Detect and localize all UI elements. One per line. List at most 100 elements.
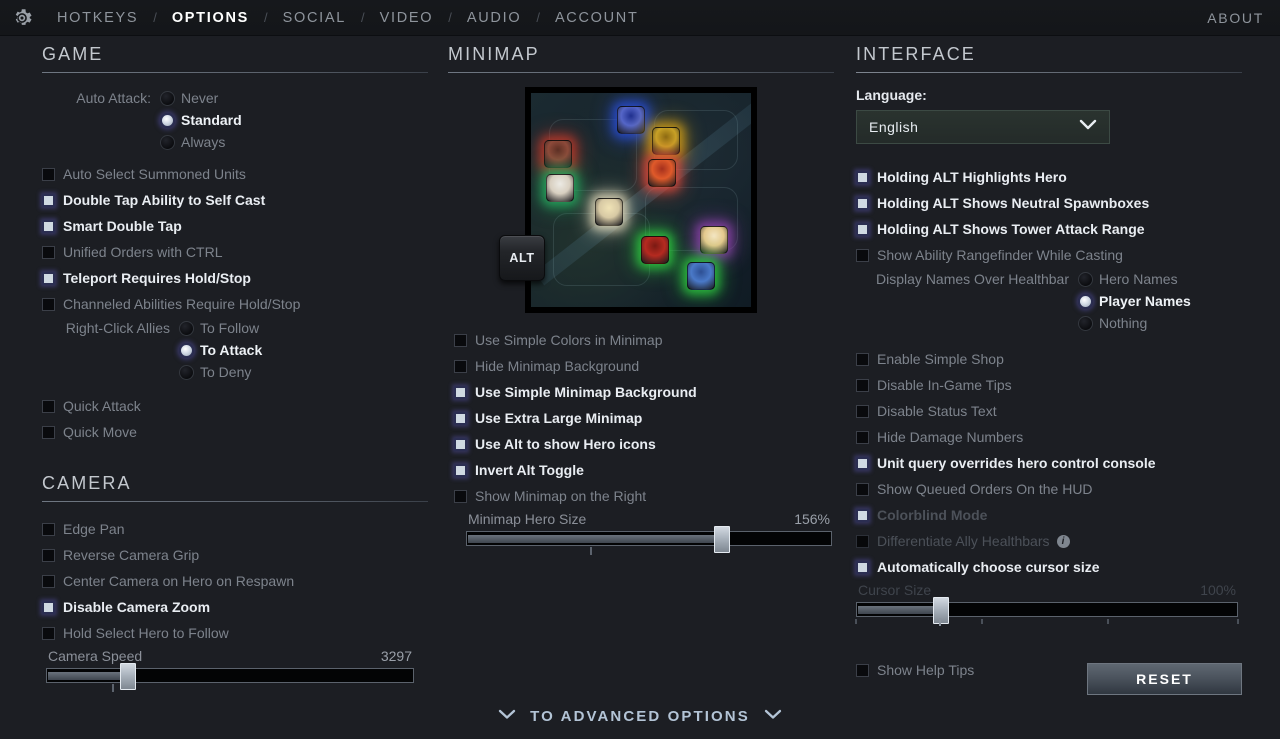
checkbox-unified-orders-with-ctrl[interactable]: Unified Orders with CTRL <box>42 239 428 265</box>
checkbox-hide-minimap-background[interactable]: Hide Minimap Background <box>454 353 834 379</box>
minimap-hero-death-prophet <box>700 225 729 254</box>
alt-key-label: ALT <box>509 251 535 265</box>
checkbox-label: Hold Select Hero to Follow <box>63 625 229 641</box>
radio-button <box>179 364 194 380</box>
checkbox-box <box>42 399 55 413</box>
minimap-hero-invoker <box>594 197 623 226</box>
checkbox-label: Quick Move <box>63 424 137 440</box>
radio-always[interactable]: Always <box>42 131 428 153</box>
checkbox-holding-alt-shows-tower-attack-range[interactable]: Holding ALT Shows Tower Attack Range <box>856 216 1242 242</box>
radio-group-label: Display Names Over Healthbar <box>876 271 1069 287</box>
checkbox-box <box>856 663 869 677</box>
nav-item-list: HOTKEYS / OPTIONS / SOCIAL / VIDEO / AUDIO / ACCOU… <box>44 10 652 26</box>
checkbox-box <box>42 271 55 285</box>
checkbox-quick-move[interactable]: Quick Move <box>42 419 428 445</box>
checkbox-reverse-camera-grip[interactable]: Reverse Camera Grip <box>42 542 428 568</box>
checkbox-box <box>42 245 55 259</box>
checkbox-smart-double-tap[interactable]: Smart Double Tap <box>42 213 428 239</box>
radio-to-attack[interactable]: To Attack <box>42 339 428 361</box>
cursor-size-slider[interactable] <box>856 597 1238 624</box>
checkbox-disable-in-game-tips[interactable]: Disable In-Game Tips <box>856 372 1242 398</box>
checkbox-use-extra-large-minimap[interactable]: Use Extra Large Minimap <box>454 405 834 431</box>
checkbox-automatically-choose-cursor-size[interactable]: Automatically choose cursor size <box>856 554 1242 580</box>
checkbox-double-tap-ability-to-self-cast[interactable]: Double Tap Ability to Self Cast <box>42 187 428 213</box>
nav-item-account[interactable]: ACCOUNT <box>542 10 652 26</box>
checkbox-show-queued-orders-on-the-hud[interactable]: Show Queued Orders On the HUD <box>856 476 1242 502</box>
game-checkbox-list-a: Auto Select Summoned Units Double Tap Abi… <box>42 161 428 317</box>
checkbox-label: Use Simple Minimap Background <box>475 384 697 400</box>
language-select[interactable]: English <box>856 110 1110 144</box>
checkbox-box <box>42 626 55 640</box>
checkbox-colorblind-mode[interactable]: Colorblind Mode <box>856 502 1242 528</box>
checkbox-label: Hide Minimap Background <box>475 358 640 374</box>
radio-standard[interactable]: Standard <box>42 109 428 131</box>
gear-icon[interactable] <box>0 7 44 29</box>
radio-button <box>179 342 194 358</box>
info-icon[interactable]: i <box>1056 534 1070 548</box>
radio-group-label: Right-Click Allies <box>65 320 170 336</box>
checkbox-box <box>856 378 869 392</box>
checkbox-holding-alt-shows-neutral-spawnboxes[interactable]: Holding ALT Shows Neutral Spawnboxes <box>856 190 1242 216</box>
checkbox-label: Holding ALT Highlights Hero <box>877 169 1067 185</box>
radio-label: Never <box>181 90 219 106</box>
nav-item-options[interactable]: OPTIONS <box>159 10 262 26</box>
nav-item-video[interactable]: VIDEO <box>367 10 447 26</box>
radio-label: Always <box>181 134 226 150</box>
radio-label: To Deny <box>200 364 252 380</box>
checkbox-box <box>454 463 467 477</box>
nav-item-audio[interactable]: AUDIO <box>454 10 534 26</box>
nav-item-hotkeys[interactable]: HOTKEYS <box>44 10 151 26</box>
radio-player-names[interactable]: Player Names <box>856 290 1242 312</box>
checkbox-box <box>454 489 467 503</box>
reset-button[interactable]: RESET <box>1087 663 1242 695</box>
checkbox-disable-camera-zoom[interactable]: Disable Camera Zoom <box>42 594 428 620</box>
checkbox-center-camera-on-hero-on-respawn[interactable]: Center Camera on Hero on Respawn <box>42 568 428 594</box>
checkbox-invert-alt-toggle[interactable]: Invert Alt Toggle <box>454 457 834 483</box>
checkbox-box <box>856 222 869 236</box>
show-help-tips-checkbox[interactable]: Show Help Tips <box>856 657 974 683</box>
checkbox-differentiate-ally-healthbars[interactable]: Differentiate Ally Healthbars i <box>856 528 1242 554</box>
nav-separator: / <box>361 10 365 25</box>
checkbox-use-simple-colors-in-minimap[interactable]: Use Simple Colors in Minimap <box>454 327 834 353</box>
radio-button <box>160 112 175 128</box>
checkbox-label: Disable Status Text <box>877 403 997 419</box>
section-title-camera: CAMERA <box>42 473 132 493</box>
checkbox-box <box>856 248 869 262</box>
checkbox-show-ability-rangefinder-while-casting[interactable]: Show Ability Rangefinder While Casting <box>856 242 1242 268</box>
radio-to-deny[interactable]: To Deny <box>42 361 428 383</box>
radio-to-follow[interactable]: Right-Click Allies To Follow <box>42 317 428 339</box>
checkbox-channeled-abilities-require-hold-stop[interactable]: Channeled Abilities Require Hold/Stop <box>42 291 428 317</box>
checkbox-quick-attack[interactable]: Quick Attack <box>42 393 428 419</box>
checkbox-hide-damage-numbers[interactable]: Hide Damage Numbers <box>856 424 1242 450</box>
checkbox-box <box>454 385 467 399</box>
to-advanced-options-link[interactable]: TO ADVANCED OPTIONS <box>0 707 1280 725</box>
checkbox-auto-select-summoned-units[interactable]: Auto Select Summoned Units <box>42 161 428 187</box>
radio-never[interactable]: Auto Attack: Never <box>42 87 428 109</box>
camera-speed-slider[interactable] <box>46 663 414 690</box>
nav-item-social[interactable]: SOCIAL <box>270 10 359 26</box>
radio-label: To Follow <box>200 320 260 336</box>
checkbox-show-minimap-on-the-right[interactable]: Show Minimap on the Right <box>454 483 834 509</box>
checkbox-holding-alt-highlights-hero[interactable]: Holding ALT Highlights Hero <box>856 164 1242 190</box>
radio-button <box>179 320 194 336</box>
minimap-hero-size-slider[interactable] <box>466 526 832 553</box>
slider-tick <box>1107 619 1110 624</box>
radio-button <box>1078 271 1093 287</box>
checkbox-teleport-requires-hold-stop[interactable]: Teleport Requires Hold/Stop <box>42 265 428 291</box>
checkbox-use-simple-minimap-background[interactable]: Use Simple Minimap Background <box>454 379 834 405</box>
checkbox-box <box>454 359 467 373</box>
checkbox-label: Unified Orders with CTRL <box>63 244 223 260</box>
minimap-hero-clinkz <box>652 127 680 156</box>
checkbox-label: Disable In-Game Tips <box>877 377 1012 393</box>
radio-hero-names[interactable]: Display Names Over Healthbar Hero Names <box>856 268 1242 290</box>
nav-item-about[interactable]: ABOUT <box>1207 10 1264 26</box>
radio-nothing[interactable]: Nothing <box>856 312 1242 334</box>
checkbox-disable-status-text[interactable]: Disable Status Text <box>856 398 1242 424</box>
checkbox-label: Show Help Tips <box>877 662 975 678</box>
checkbox-edge-pan[interactable]: Edge Pan <box>42 516 428 542</box>
auto-attack-radio-group: Auto Attack: Never Standard Always <box>42 87 428 153</box>
checkbox-enable-simple-shop[interactable]: Enable Simple Shop <box>856 346 1242 372</box>
checkbox-unit-query-overrides-hero-control-console[interactable]: Unit query overrides hero control consol… <box>856 450 1242 476</box>
checkbox-use-alt-to-show-hero-icons[interactable]: Use Alt to show Hero icons <box>454 431 834 457</box>
checkbox-hold-select-hero-to-follow[interactable]: Hold Select Hero to Follow <box>42 620 428 646</box>
